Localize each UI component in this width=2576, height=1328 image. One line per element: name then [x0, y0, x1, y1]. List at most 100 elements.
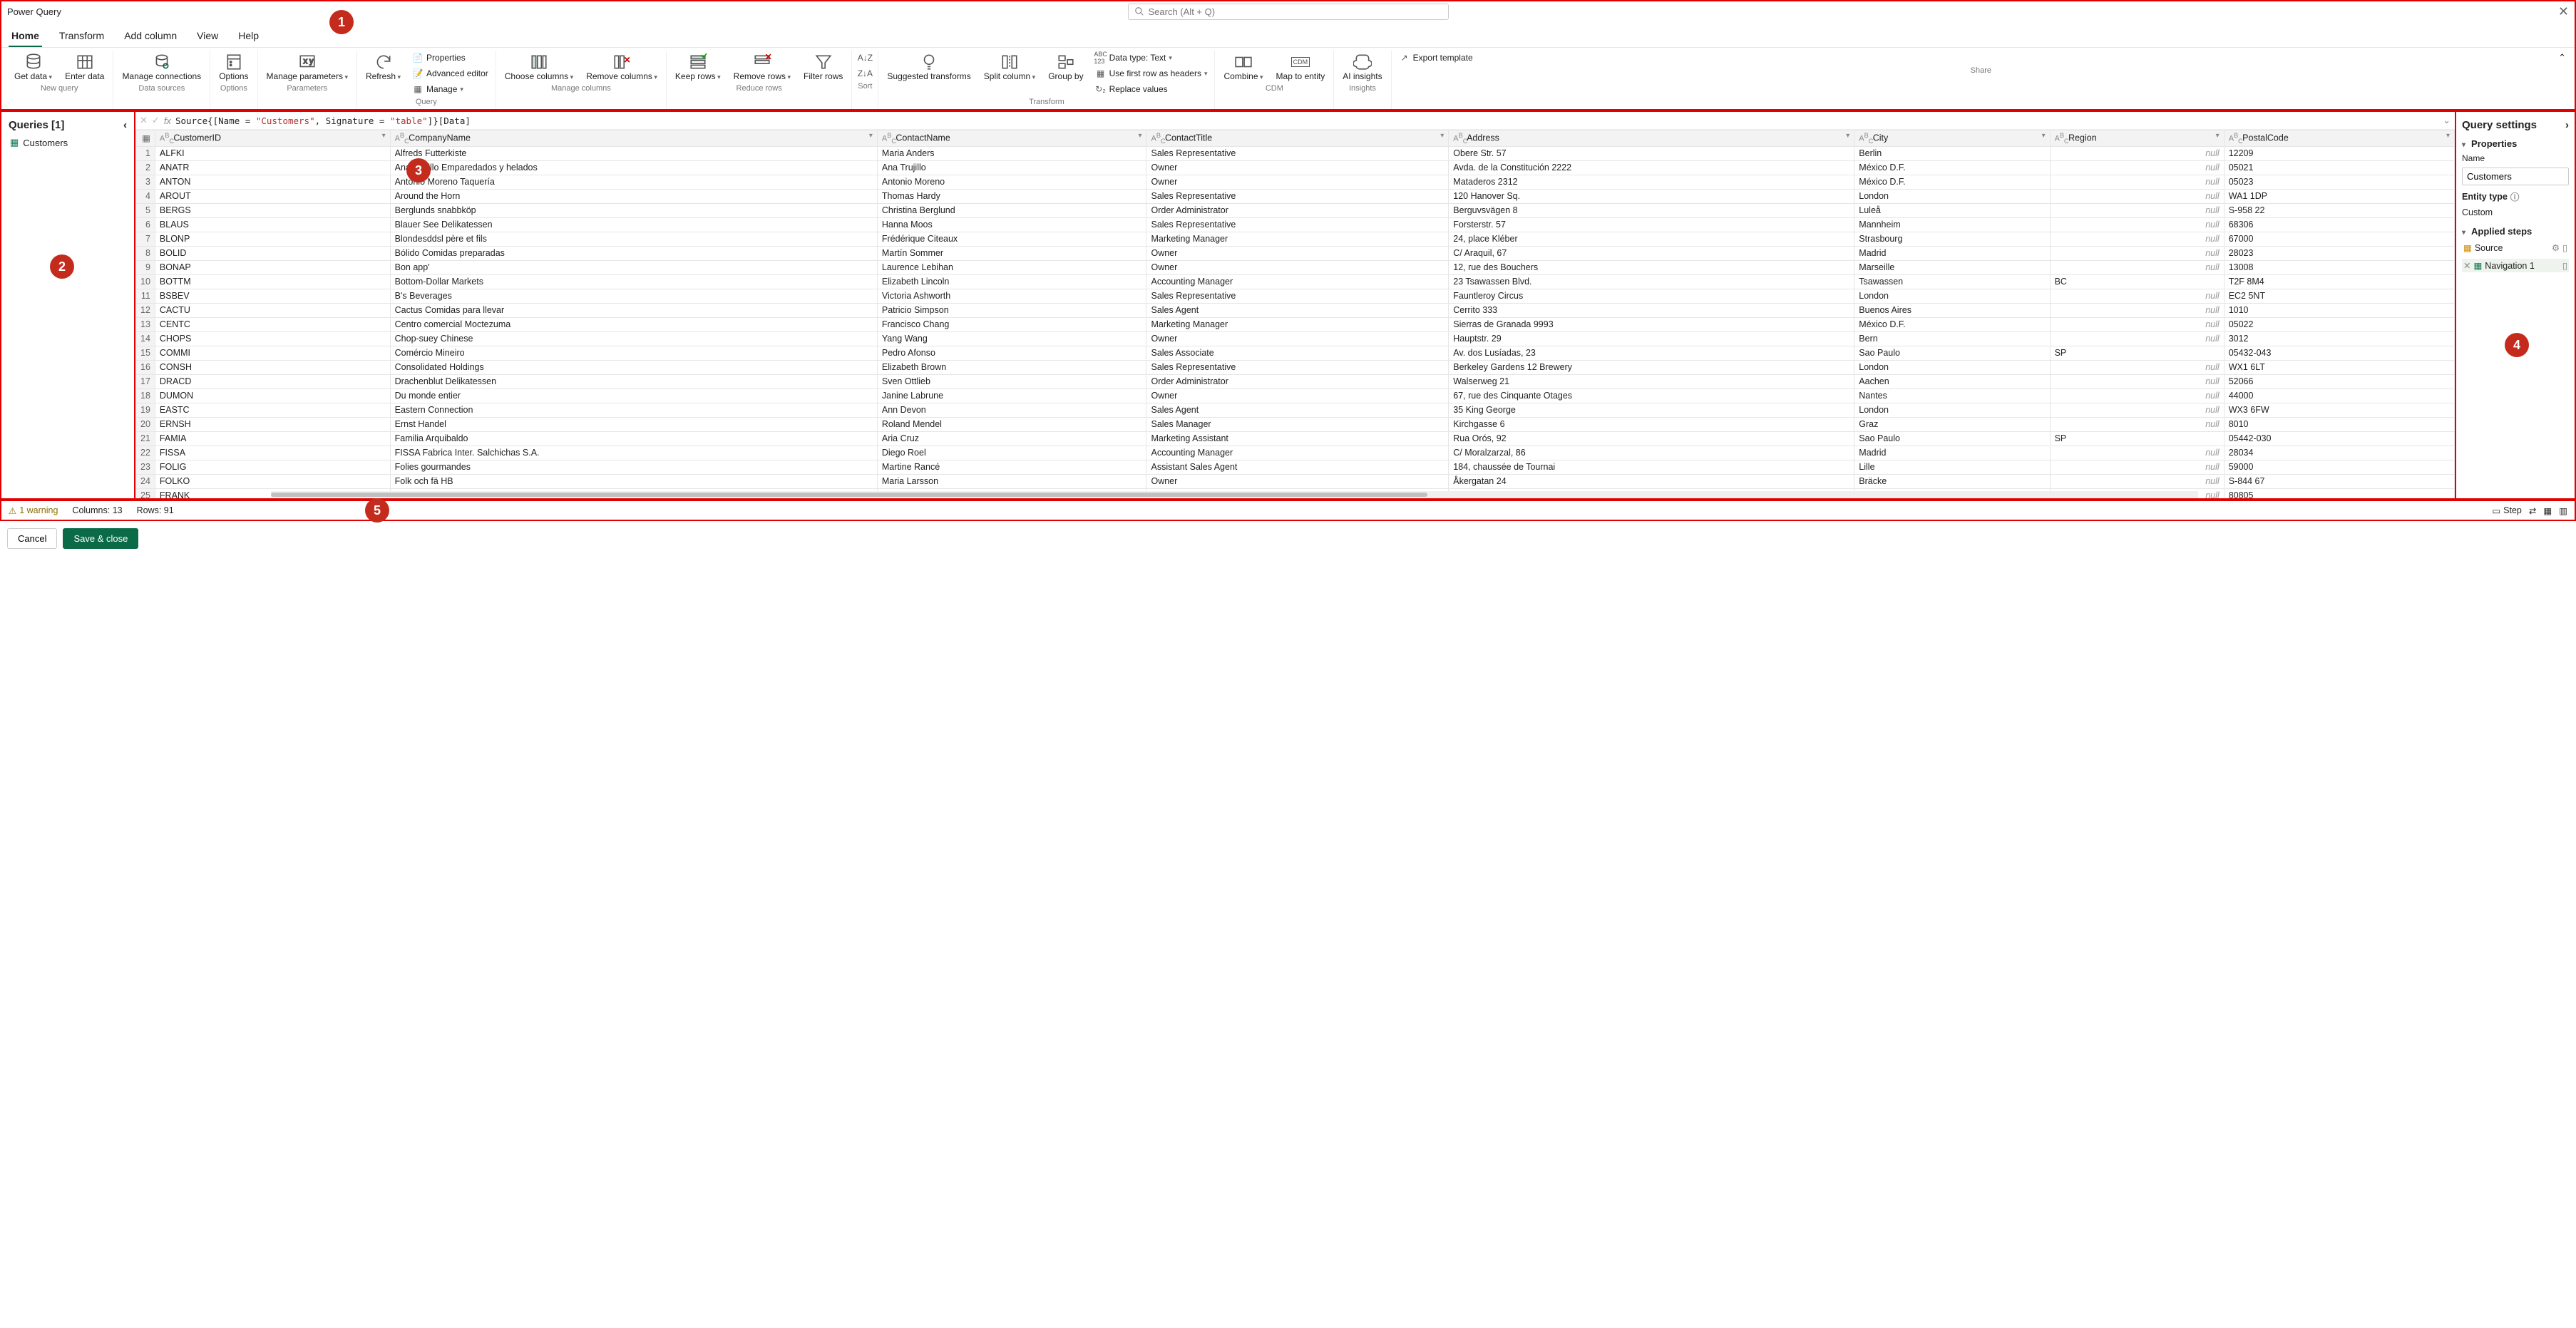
tab-add-column[interactable]: Add column — [121, 26, 180, 47]
filter-dropdown-icon[interactable]: ▾ — [1846, 132, 1849, 140]
column-header-ContactName[interactable]: ABC ContactName▾ — [877, 130, 1146, 147]
filter-dropdown-icon[interactable]: ▾ — [1440, 132, 1444, 140]
table-row[interactable]: 21 FAMIA Familia Arquibaldo Aria Cruz Ma… — [136, 431, 2455, 446]
formula-cancel-icon[interactable]: ✕ — [140, 115, 148, 126]
tab-help[interactable]: Help — [235, 26, 262, 47]
horizontal-scrollbar[interactable] — [271, 491, 2198, 498]
warning-indicator[interactable]: ⚠ 1 warning — [9, 505, 58, 516]
replace-values-button[interactable]: ↻₂Replace values — [1092, 82, 1211, 96]
data-type-button[interactable]: ABC123Data type: Text — [1092, 51, 1211, 65]
table-row[interactable]: 18 DUMON Du monde entier Janine Labrune … — [136, 388, 2455, 403]
table-row[interactable]: 13 CENTC Centro comercial Moctezuma Fran… — [136, 317, 2455, 331]
step-rows-icon[interactable]: ▯ — [2562, 260, 2567, 271]
tab-home[interactable]: Home — [9, 26, 42, 47]
sort-desc-button[interactable]: Z↓A — [856, 66, 873, 81]
search-box[interactable] — [1128, 4, 1449, 20]
table-row[interactable]: 7 BLONP Blondesddsl père et fils Frédéri… — [136, 232, 2455, 246]
table-row[interactable]: 24 FOLKO Folk och fä HB Maria Larsson Ow… — [136, 474, 2455, 488]
diagram-view-icon[interactable]: ⇄ — [2529, 505, 2536, 516]
data-grid[interactable]: ▦ABC CustomerID▾ABC CompanyName▾ABC Cont… — [135, 130, 2455, 498]
filter-dropdown-icon[interactable]: ▾ — [869, 132, 873, 140]
column-view-icon[interactable]: ▥ — [2559, 505, 2567, 516]
map-to-entity-button[interactable]: CDMMap to entity — [1272, 51, 1330, 83]
manage-parameters-button[interactable]: x y Manage parameters — [262, 51, 352, 83]
properties-section[interactable]: Properties — [2471, 138, 2517, 149]
info-icon[interactable]: ⓘ — [2510, 190, 2520, 203]
table-row[interactable]: 12 CACTU Cactus Comidas para llevar Patr… — [136, 303, 2455, 317]
step-button[interactable]: ▭Step — [2492, 505, 2522, 516]
column-header-ContactTitle[interactable]: ABC ContactTitle▾ — [1146, 130, 1449, 147]
table-row[interactable]: 3 ANTON Antonio Moreno Taquería Antonio … — [136, 175, 2455, 189]
row-header-corner[interactable]: ▦ — [136, 130, 155, 147]
choose-columns-button[interactable]: Choose columns — [501, 51, 578, 83]
table-row[interactable]: 15 COMMI Comércio Mineiro Pedro Afonso S… — [136, 346, 2455, 360]
step-source[interactable]: ▦ Source ⚙ ▯ — [2462, 241, 2569, 254]
remove-columns-button[interactable]: Remove columns — [582, 51, 662, 83]
keep-rows-button[interactable]: Keep rows — [671, 51, 725, 83]
table-row[interactable]: 11 BSBEV B's Beverages Victoria Ashworth… — [136, 289, 2455, 303]
filter-dropdown-icon[interactable]: ▾ — [1138, 132, 1141, 140]
table-row[interactable]: 17 DRACD Drachenblut Delikatessen Sven O… — [136, 374, 2455, 388]
column-header-City[interactable]: ABC City▾ — [1854, 130, 2050, 147]
column-header-CompanyName[interactable]: ABC CompanyName▾ — [390, 130, 877, 147]
table-row[interactable]: 1 ALFKI Alfreds Futterkiste Maria Anders… — [136, 146, 2455, 160]
cancel-button[interactable]: Cancel — [7, 528, 57, 549]
export-template-button[interactable]: ↗Export template — [1396, 51, 1476, 65]
collapse-settings-icon[interactable]: › — [2565, 119, 2569, 131]
filter-dropdown-icon[interactable]: ▾ — [2042, 132, 2046, 140]
filter-rows-button[interactable]: Filter rows — [799, 51, 847, 83]
filter-dropdown-icon[interactable]: ▾ — [2216, 132, 2220, 140]
formula-expand-icon[interactable]: ⌄ — [2443, 115, 2451, 126]
table-row[interactable]: 4 AROUT Around the Horn Thomas Hardy Sal… — [136, 189, 2455, 203]
table-row[interactable]: 5 BERGS Berglunds snabbköp Christina Ber… — [136, 203, 2455, 217]
query-item-customers[interactable]: ▦ Customers — [1, 134, 134, 151]
table-row[interactable]: 8 BOLID Bólido Comidas preparadas Martín… — [136, 246, 2455, 260]
table-row[interactable]: 14 CHOPS Chop-suey Chinese Yang Wang Own… — [136, 331, 2455, 346]
column-header-Address[interactable]: ABC Address▾ — [1449, 130, 1854, 147]
tab-transform[interactable]: Transform — [56, 26, 107, 47]
grid-view-icon[interactable]: ▦ — [2543, 505, 2552, 516]
filter-dropdown-icon[interactable]: ▾ — [382, 132, 386, 140]
step-navigation[interactable]: ✕ ▦ Navigation 1 ▯ — [2462, 259, 2569, 272]
split-column-button[interactable]: Split column — [980, 51, 1040, 83]
get-data-button[interactable]: Get data — [10, 51, 56, 83]
table-row[interactable]: 22 FISSA FISSA Fabrica Inter. Salchichas… — [136, 446, 2455, 460]
suggested-transforms-button[interactable]: Suggested transforms — [883, 51, 975, 83]
column-header-CustomerID[interactable]: ABC CustomerID▾ — [155, 130, 390, 147]
table-row[interactable]: 23 FOLIG Folies gourmandes Martine Rancé… — [136, 460, 2455, 474]
manage-connections-button[interactable]: Manage connections — [118, 51, 205, 83]
gear-icon[interactable]: ⚙ — [2552, 242, 2560, 253]
group-by-button[interactable]: Group by — [1044, 51, 1087, 83]
save-close-button[interactable]: Save & close — [63, 528, 138, 549]
search-input[interactable] — [1144, 6, 1442, 17]
table-row[interactable]: 20 ERNSH Ernst Handel Roland Mendel Sale… — [136, 417, 2455, 431]
ai-insights-button[interactable]: AI insights — [1338, 51, 1386, 83]
table-row[interactable]: 6 BLAUS Blauer See Delikatessen Hanna Mo… — [136, 217, 2455, 232]
properties-button[interactable]: 📄Properties — [409, 51, 491, 65]
column-header-PostalCode[interactable]: ABC PostalCode▾ — [2224, 130, 2454, 147]
remove-rows-button[interactable]: Remove rows — [729, 51, 795, 83]
table-row[interactable]: 9 BONAP Bon app' Laurence Lebihan Owner … — [136, 260, 2455, 274]
enter-data-button[interactable]: Enter data — [61, 51, 108, 83]
table-row[interactable]: 10 BOTTM Bottom-Dollar Markets Elizabeth… — [136, 274, 2455, 289]
close-icon[interactable]: ✕ — [2558, 4, 2569, 19]
formula-commit-icon[interactable]: ✓ — [152, 115, 160, 126]
refresh-button[interactable]: Refresh — [361, 51, 405, 83]
applied-steps-section[interactable]: Applied steps — [2471, 226, 2532, 237]
tab-view[interactable]: View — [194, 26, 221, 47]
column-header-Region[interactable]: ABC Region▾ — [2050, 130, 2224, 147]
collapse-ribbon-icon[interactable]: ⌃ — [2558, 52, 2566, 63]
table-row[interactable]: 16 CONSH Consolidated Holdings Elizabeth… — [136, 360, 2455, 374]
table-row[interactable]: 2 ANATR Ana Trujillo Emparedados y helad… — [136, 160, 2455, 175]
step-rows-icon[interactable]: ▯ — [2562, 242, 2567, 253]
filter-dropdown-icon[interactable]: ▾ — [2446, 132, 2450, 140]
query-name-input[interactable] — [2462, 168, 2569, 185]
sort-asc-button[interactable]: A↓Z — [856, 51, 873, 65]
manage-button[interactable]: ▦Manage — [409, 82, 491, 96]
collapse-queries-icon[interactable]: ‹ — [123, 119, 127, 131]
options-button[interactable]: Options — [215, 51, 252, 83]
first-row-headers-button[interactable]: ▦Use first row as headers — [1092, 66, 1211, 81]
delete-step-icon[interactable]: ✕ — [2463, 260, 2470, 271]
table-row[interactable]: 19 EASTC Eastern Connection Ann Devon Sa… — [136, 403, 2455, 417]
combine-button[interactable]: Combine — [1219, 51, 1267, 83]
